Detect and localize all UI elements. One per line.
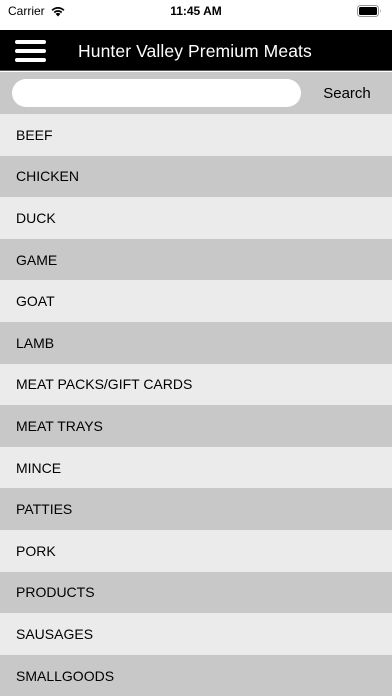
page-title: Hunter Valley Premium Meats	[78, 41, 312, 61]
category-item-products[interactable]: PRODUCTS	[0, 571, 392, 614]
category-item-chicken[interactable]: CHICKEN	[0, 155, 392, 198]
menu-bar-line	[15, 49, 46, 53]
category-item-beef[interactable]: BEEF	[0, 114, 392, 156]
category-item-lamb[interactable]: LAMB	[0, 321, 392, 364]
category-item-meat-trays[interactable]: MEAT TRAYS	[0, 405, 392, 447]
status-time: 11:45 AM	[170, 4, 222, 18]
category-item-meat-packs-gift-cards[interactable]: MEAT PACKS/GIFT CARDS	[0, 363, 392, 406]
category-item-pork[interactable]: PORK	[0, 529, 392, 572]
category-list: BEEF CHICKEN DUCK GAME GOAT LAMB MEAT PA…	[0, 114, 392, 696]
category-item-sausages[interactable]: SAUSAGES	[0, 613, 392, 655]
menu-bar-line	[15, 58, 46, 62]
status-bar: Carrier 11:45 AM	[0, 0, 392, 22]
battery-icon	[357, 5, 381, 17]
category-item-game[interactable]: GAME	[0, 238, 392, 281]
menu-bar-line	[15, 40, 46, 44]
category-item-goat[interactable]: GOAT	[0, 280, 392, 322]
category-item-mince[interactable]: MINCE	[0, 446, 392, 489]
search-input[interactable]	[12, 79, 301, 107]
hamburger-menu-icon[interactable]	[15, 40, 46, 62]
search-button[interactable]: Search	[312, 83, 382, 103]
app-header: Hunter Valley Premium Meats	[0, 30, 392, 71]
search-bar: Search	[0, 72, 392, 114]
category-item-duck[interactable]: DUCK	[0, 197, 392, 239]
category-item-smallgoods[interactable]: SMALLGOODS	[0, 654, 392, 696]
category-item-patties[interactable]: PATTIES	[0, 488, 392, 530]
